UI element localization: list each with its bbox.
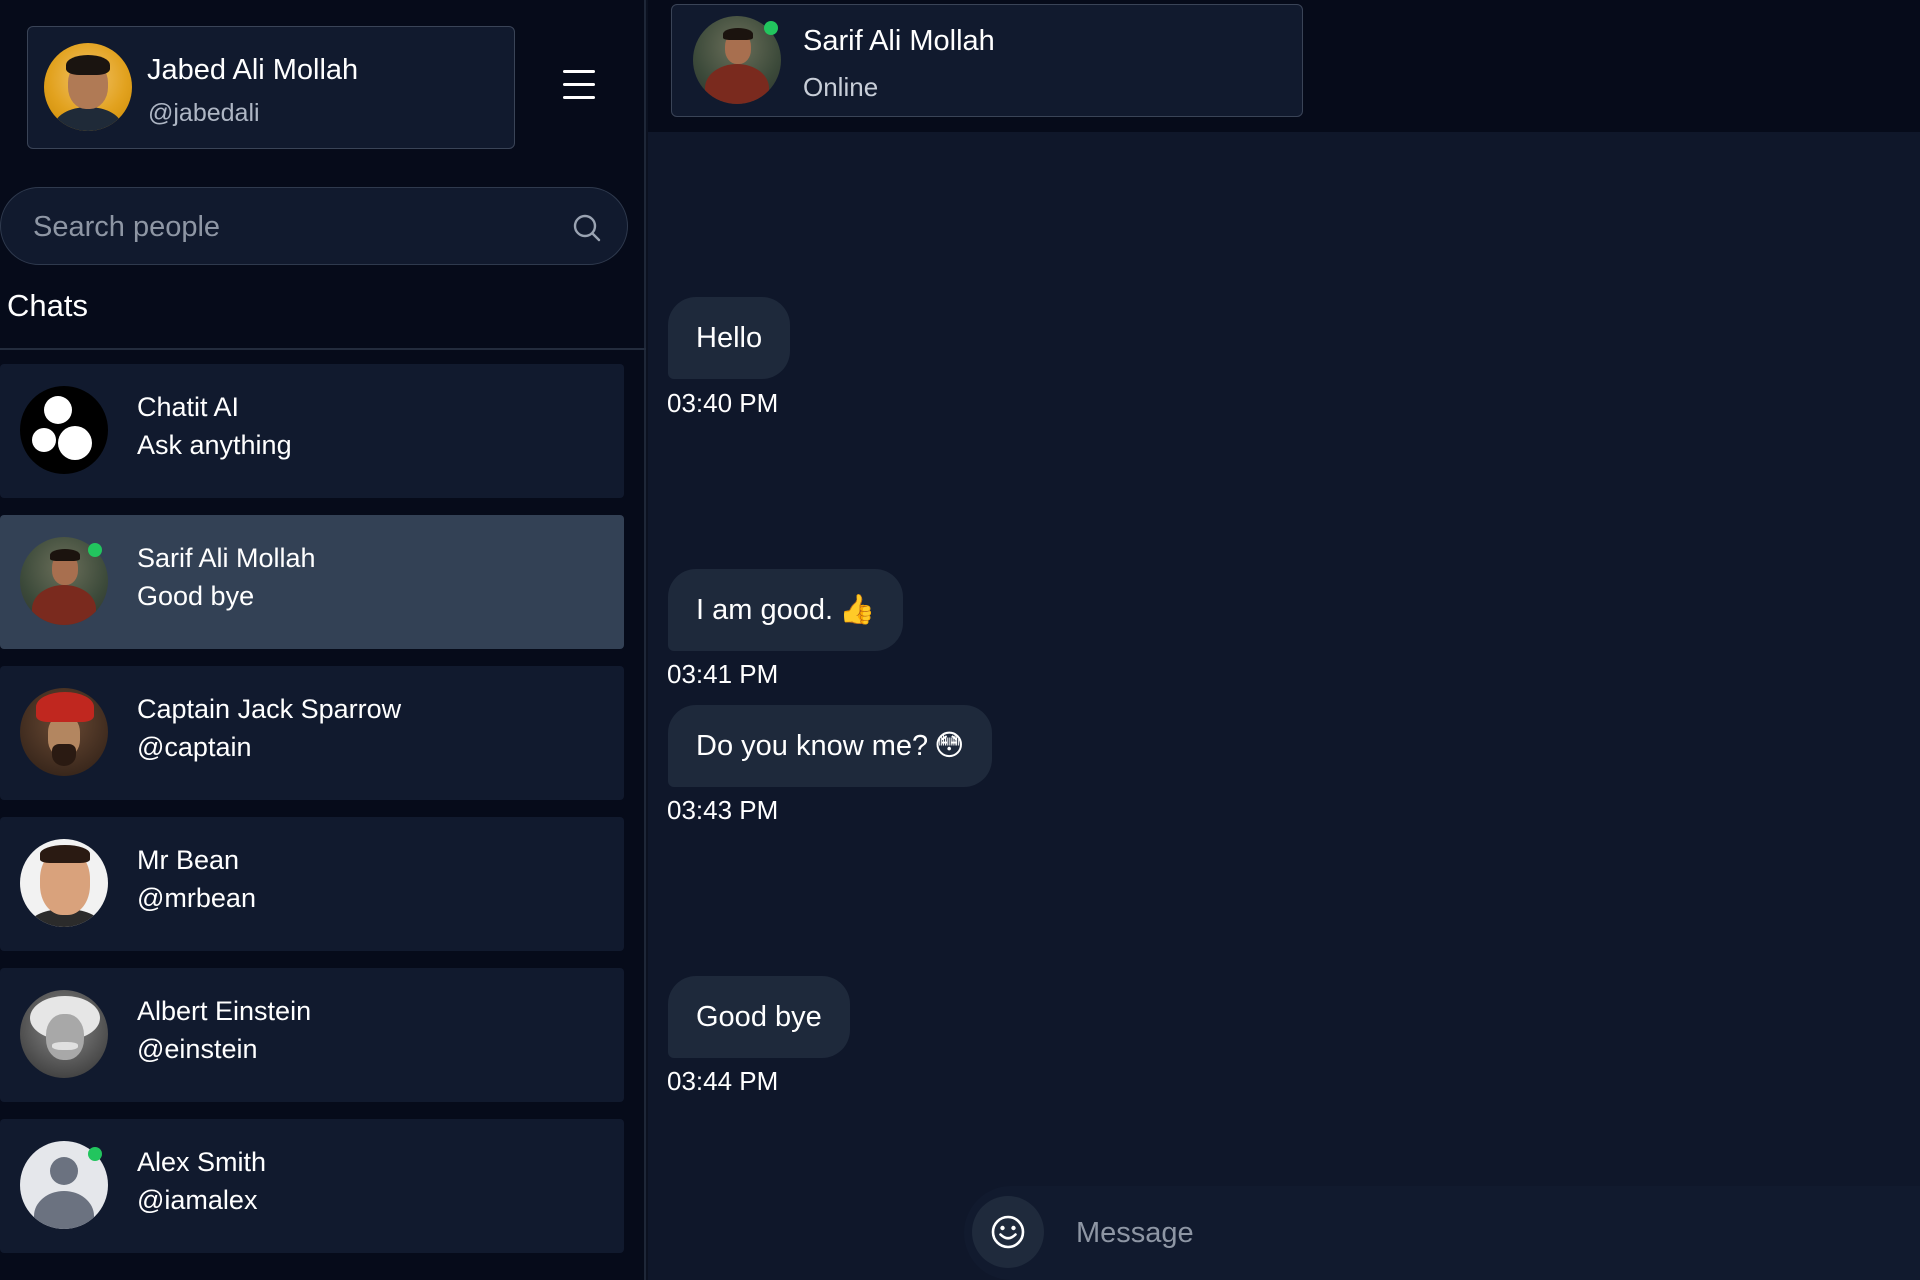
chat-item-chatit-ai[interactable]: Chatit AI Ask anything xyxy=(0,364,624,498)
chat-subtitle: Ask anything xyxy=(137,430,292,460)
message-bubble[interactable]: Hello xyxy=(668,297,791,379)
chat-item-alex-smith[interactable]: Alex Smith @iamalex xyxy=(0,1119,624,1253)
chat-name: Mr Bean xyxy=(137,845,240,875)
chat-name: Chatit AI xyxy=(137,392,240,422)
message-input[interactable] xyxy=(1074,1212,1874,1254)
chat-name: Albert Einstein xyxy=(137,996,312,1026)
message-bubble[interactable]: I am good. 👍 xyxy=(668,569,904,651)
chat-subtitle: @iamalex xyxy=(137,1185,258,1215)
search-input[interactable] xyxy=(31,206,531,248)
search-icon[interactable] xyxy=(571,212,603,244)
message-time: 03:41 PM xyxy=(667,659,779,689)
chat-subtitle: @einstein xyxy=(137,1034,258,1064)
chat-name: Sarif Ali Mollah xyxy=(137,543,316,573)
avatar xyxy=(20,990,108,1078)
contact-name: Sarif Ali Mollah xyxy=(803,25,995,57)
contact-status: Online xyxy=(803,72,879,102)
chat-item-albert-einstein[interactable]: Albert Einstein @einstein xyxy=(0,968,624,1102)
chat-name: Alex Smith xyxy=(137,1147,267,1177)
message-text: Do you know me? xyxy=(696,730,929,762)
chat-item-captain-jack-sparrow[interactable]: Captain Jack Sparrow @captain xyxy=(0,666,624,800)
hamburger-menu-icon[interactable] xyxy=(561,70,597,102)
chat-item-sarif-ali-mollah[interactable]: Sarif Ali Mollah Good bye xyxy=(0,515,624,649)
search-box xyxy=(0,187,628,265)
divider xyxy=(0,348,646,350)
avatar xyxy=(20,688,108,776)
chat-subtitle: Good bye xyxy=(137,581,255,611)
online-indicator xyxy=(88,543,102,557)
message-bubble[interactable]: Do you know me? 😳 xyxy=(668,705,993,787)
chatit-ai-logo-icon xyxy=(20,386,108,474)
chat-subtitle: @mrbean xyxy=(137,883,256,913)
chat-subtitle: @captain xyxy=(137,732,252,762)
chat-item-mr-bean[interactable]: Mr Bean @mrbean xyxy=(0,817,624,951)
message-text: Hello xyxy=(696,322,763,354)
online-indicator xyxy=(764,21,778,35)
message-time: 03:40 PM xyxy=(667,388,779,418)
contact-card[interactable]: Sarif Ali Mollah Online xyxy=(671,4,1303,117)
flushed-face-icon: 😳 xyxy=(934,730,965,762)
chats-heading: Chats xyxy=(7,288,88,323)
smiley-icon xyxy=(991,1215,1025,1249)
current-user-avatar[interactable] xyxy=(44,43,132,131)
message-composer xyxy=(964,1186,1920,1280)
current-user-name: Jabed Ali Mollah xyxy=(147,54,359,86)
current-user-handle: @jabedali xyxy=(148,99,260,127)
sidebar: Jabed Ali Mollah @jabedali Chats Chatit … xyxy=(0,0,646,1280)
message-text: I am good. xyxy=(696,594,834,626)
message-bubble[interactable]: Good bye xyxy=(668,976,850,1058)
avatar xyxy=(20,839,108,927)
message-time: 03:43 PM xyxy=(667,795,779,825)
online-indicator xyxy=(88,1147,102,1161)
chat-name: Captain Jack Sparrow xyxy=(137,694,402,724)
current-user-card[interactable]: Jabed Ali Mollah @jabedali xyxy=(27,26,515,149)
emoji-picker-button[interactable] xyxy=(972,1196,1044,1268)
conversation-panel: Sarif Ali Mollah Online Hello 03:40 PM I… xyxy=(648,0,1920,1280)
message-time: 03:44 PM xyxy=(667,1066,779,1096)
message-text: Good bye xyxy=(696,1001,822,1033)
thumbs-up-icon: 👍 xyxy=(839,594,876,626)
